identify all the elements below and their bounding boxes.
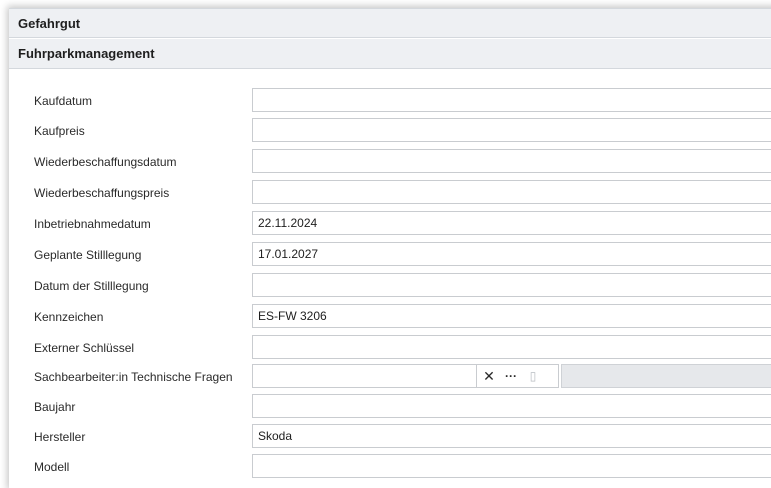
inbetriebnahmedatum-input[interactable]: 22.11.2024 (252, 211, 771, 235)
field-label: Kaufpreis (34, 124, 85, 138)
field-label: Wiederbeschaffungsdatum (34, 155, 177, 169)
form-row-datum-der-stilllegung: Datum der Stilllegung (9, 273, 771, 299)
wiederbeschaffungspreis-input[interactable] (252, 180, 771, 204)
field-label: Datum der Stilllegung (34, 279, 149, 293)
form-row-kaufpreis: Kaufpreis (9, 118, 771, 144)
baujahr-input[interactable] (252, 394, 771, 418)
form-row-hersteller: Hersteller Skoda (9, 424, 771, 450)
close-icon[interactable]: ✕ (479, 365, 499, 387)
kaufpreis-input[interactable] (252, 118, 771, 142)
section-header-fuhrparkmanagement[interactable]: Fuhrparkmanagement (9, 39, 771, 69)
form-row-externer-schluessel: Externer Schlüssel (9, 335, 771, 361)
field-label: Externer Schlüssel (34, 341, 135, 355)
form-panel: Gefahrgut Fuhrparkmanagement Kaufdatum K… (9, 8, 771, 488)
form-row-kaufdatum: Kaufdatum (9, 88, 771, 114)
lookup-display-field (561, 364, 771, 388)
form-row-wiederbeschaffungsdatum: Wiederbeschaffungsdatum (9, 149, 771, 175)
form-row-geplante-stilllegung: Geplante Stilllegung 17.01.2027 (9, 242, 771, 268)
modell-input[interactable] (252, 454, 771, 478)
form-row-baujahr: Baujahr (9, 394, 771, 420)
sachbearbeiter-lookup-input[interactable] (252, 364, 477, 388)
ellipsis-icon[interactable]: ··· (501, 365, 521, 387)
field-label: Hersteller (34, 430, 86, 444)
datum-der-stilllegung-input[interactable] (252, 273, 771, 297)
form-row-sachbearbeiter: Sachbearbeiter:in Technische Fragen ✕ ··… (9, 364, 771, 390)
kennzeichen-input[interactable]: ES-FW 3206 (252, 304, 771, 328)
geplante-stilllegung-input[interactable]: 17.01.2027 (252, 242, 771, 266)
kaufdatum-input[interactable] (252, 88, 771, 112)
lookup-button-group: ✕ ··· ▯ (477, 364, 559, 388)
hersteller-input[interactable]: Skoda (252, 424, 771, 448)
section-header-gefahrgut[interactable]: Gefahrgut (9, 8, 771, 38)
wiederbeschaffungsdatum-input[interactable] (252, 149, 771, 173)
field-label: Modell (34, 460, 70, 474)
field-label: Baujahr (34, 400, 76, 414)
field-label: Sachbearbeiter:in Technische Fragen (34, 370, 233, 384)
field-label: Inbetriebnahmedatum (34, 217, 151, 231)
field-label: Geplante Stilllegung (34, 248, 142, 262)
field-label: Kaufdatum (34, 94, 93, 108)
field-label: Kennzeichen (34, 310, 104, 324)
field-label: Wiederbeschaffungspreis (34, 186, 170, 200)
externer-schluessel-input[interactable] (252, 335, 771, 359)
form-row-inbetriebnahmedatum: Inbetriebnahmedatum 22.11.2024 (9, 211, 771, 237)
form-row-kennzeichen: Kennzeichen ES-FW 3206 (9, 304, 771, 330)
form-row-modell: Modell (9, 454, 771, 480)
form-row-wiederbeschaffungspreis: Wiederbeschaffungspreis (9, 180, 771, 206)
open-record-icon[interactable]: ▯ (523, 365, 543, 387)
